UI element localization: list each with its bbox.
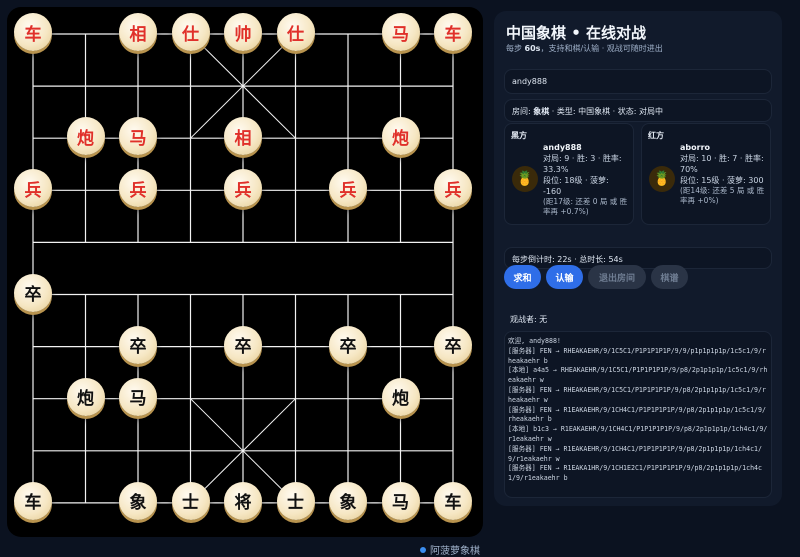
board-grid: [32, 33, 454, 504]
log-line: [本地] b1c3 → R1EAKAEHR/9/1CH4C1/P1P1P1P1P…: [508, 425, 768, 443]
red-piece[interactable]: 马: [381, 13, 420, 51]
room-info: 房间: 象棋 · 类型: 中国象棋 · 状态: 对局中: [504, 99, 772, 122]
spectators-text: 观战者: 无: [510, 315, 548, 324]
black-piece[interactable]: 士: [171, 481, 210, 520]
black-player-stats: 对局: 9 · 胜: 3 · 胜率: 33.3%: [543, 154, 622, 174]
red-player-rank: 段位: 15级 · 菠萝: 300: [680, 176, 764, 185]
red-piece[interactable]: 仕: [171, 13, 210, 51]
black-player-name: andy888: [543, 143, 582, 152]
red-piece[interactable]: 炮: [381, 117, 420, 156]
room-prefix: 房间:: [512, 107, 534, 116]
xiangqi-board[interactable]: 车相仕帅仕马车炮马相炮兵兵兵兵兵卒卒卒卒卒炮马炮车象士将士象马车: [7, 7, 483, 537]
red-piece[interactable]: 车: [14, 13, 52, 51]
red-piece[interactable]: 仕: [276, 13, 315, 51]
black-piece[interactable]: 车: [434, 481, 472, 520]
game-log[interactable]: 欢迎, andy888! [服务器] FEN → RHEAKAEHR/9/1C5C…: [504, 331, 772, 498]
black-player-info: andy888 对局: 9 · 胜: 3 · 胜率: 33.3% 段位: 18级…: [543, 142, 629, 217]
log-line: [服务器] FEN → RHEAKAEHR/9/1C5C1/P1P1P1P1P/…: [508, 346, 766, 365]
log-line: [服务器] FEN → R1EAKA1HR/9/1CH1E2C1/P1P1P1P…: [508, 464, 762, 483]
panel-title: 中国象棋 • 在线对战: [506, 24, 647, 42]
red-player-note: (距14级: 还差 5 局 或 胜率再 +0%): [680, 186, 765, 205]
brand-dot-icon: [420, 546, 426, 553]
black-piece[interactable]: 卒: [329, 325, 367, 364]
log-line: [本地] a4a5 → RHEAKAEHR/9/1C5C1/P1P1P1P1P/…: [508, 366, 768, 385]
subtitle-prefix: 每步: [506, 44, 525, 53]
pineapple-avatar-icon: 🍍: [649, 166, 675, 192]
red-side-label: 红方: [648, 131, 664, 140]
black-piece[interactable]: 马: [381, 481, 420, 520]
red-piece[interactable]: 马: [119, 117, 157, 156]
panel-subtitle: 每步 60s，支持和棋/认输 · 观战可随时进出: [506, 43, 663, 54]
room-rest: · 类型: 中国象棋 · 状态: 对局中: [549, 107, 663, 116]
subtitle-rest: ，支持和棋/认输 · 观战可随时进出: [540, 44, 663, 53]
log-line: [服务器] FEN → RHEAKAEHR/9/1C5C1/P1P1P1P1P/…: [508, 385, 766, 404]
red-piece[interactable]: 车: [434, 13, 472, 51]
username: andy888: [512, 77, 548, 86]
red-player-info: aborro 对局: 10 · 胜: 7 · 胜率: 70% 段位: 15级 ·…: [680, 142, 766, 206]
black-piece[interactable]: 炮: [381, 377, 420, 416]
username-box: andy888: [504, 69, 772, 94]
black-player-note: (距17级: 还差 0 局 或 胜率再 +0.7%): [543, 197, 628, 216]
room-name: 象棋: [533, 107, 550, 116]
black-piece[interactable]: 马: [119, 377, 157, 416]
black-piece[interactable]: 象: [329, 481, 367, 520]
black-piece[interactable]: 卒: [119, 325, 157, 364]
black-piece[interactable]: 车: [14, 481, 52, 520]
black-piece[interactable]: 士: [276, 481, 315, 520]
pineapple-avatar-icon: 🍍: [512, 166, 538, 192]
draw-button[interactable]: 求和: [504, 265, 541, 289]
black-piece[interactable]: 炮: [66, 377, 105, 416]
red-piece[interactable]: 相: [224, 117, 262, 156]
red-piece[interactable]: 相: [119, 13, 157, 51]
black-side-label: 黑方: [511, 131, 527, 140]
room-info-text: 房间: 象棋 · 类型: 中国象棋 · 状态: 对局中: [512, 106, 663, 117]
leave-room-button[interactable]: 退出房间: [588, 265, 646, 289]
red-player-stats: 对局: 10 · 胜: 7 · 胜率: 70%: [680, 154, 764, 174]
black-piece[interactable]: 象: [119, 481, 157, 520]
timer-text: 每步倒计时: 22s · 总时长: 54s: [512, 255, 623, 264]
red-piece[interactable]: 炮: [66, 117, 105, 156]
red-piece[interactable]: 帅: [224, 13, 262, 51]
red-player-card: 红方 🍍 aborro 对局: 10 · 胜: 7 · 胜率: 70% 段位: …: [641, 123, 771, 225]
subtitle-step-time: 60s: [524, 44, 541, 53]
black-piece[interactable]: 卒: [14, 273, 52, 312]
black-player-rank: 段位: 18级 · 菠萝: -160: [543, 176, 609, 196]
black-player-card: 黑方 🍍 andy888 对局: 9 · 胜: 3 · 胜率: 33.3% 段位…: [504, 123, 634, 225]
black-piece[interactable]: 将: [224, 481, 262, 520]
red-player-name: aborro: [680, 143, 711, 152]
record-button[interactable]: 棋谱: [651, 265, 688, 289]
log-line: 欢迎, andy888!: [508, 337, 561, 345]
log-line: [服务器] FEN → R1EAKAEHR/9/1CH4C1/P1P1P1P1P…: [508, 405, 766, 424]
resign-button[interactable]: 认输: [546, 265, 583, 289]
log-line: [服务器] FEN → R1EAKAEHR/9/1CH4C1/P1P1P1P1P…: [508, 444, 762, 463]
black-piece[interactable]: 卒: [224, 325, 262, 364]
black-piece[interactable]: 卒: [434, 325, 472, 364]
